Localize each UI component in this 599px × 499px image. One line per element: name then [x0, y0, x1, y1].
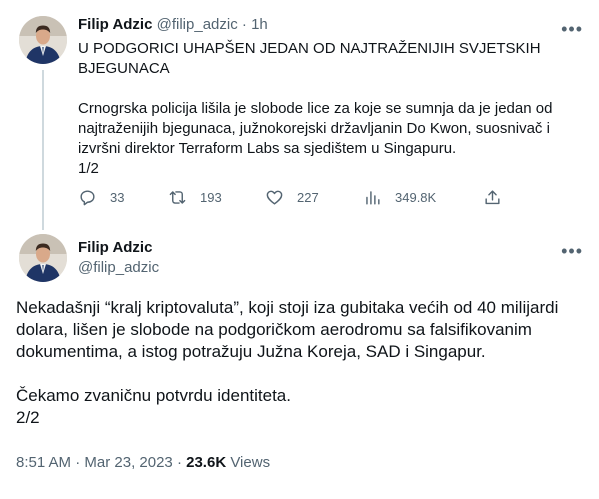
tweet-date[interactable]: Mar 23, 2023	[84, 454, 172, 471]
more-button[interactable]: •••	[561, 242, 583, 260]
tweet-text: U PODGORICI UHAPŠEN JEDAN OD NAJTRAŽENIJ…	[78, 39, 578, 179]
like-count: 227	[297, 190, 319, 205]
like-button[interactable]: 227	[265, 188, 319, 207]
thread-count: 2/2	[16, 408, 40, 427]
author-name[interactable]: Filip Adzic	[78, 16, 152, 33]
tweet-2[interactable]: Filip Adzic @filip_adzic ••• Nekadašnji …	[0, 228, 599, 499]
tweet-time[interactable]: 8:51 AM	[16, 454, 71, 471]
avatar-image	[19, 234, 67, 282]
avatar-image	[19, 16, 67, 64]
reply-count: 33	[110, 190, 125, 205]
more-button[interactable]: •••	[561, 20, 583, 38]
analytics-icon	[366, 191, 380, 205]
timestamp[interactable]: 1h	[251, 16, 268, 33]
separator-dot: ·	[241, 16, 247, 33]
tweet-paragraph-1: Nekadašnji “kralj kriptovaluta”, koji st…	[16, 298, 559, 361]
tweet-paragraph-2: Čekamo zvaničnu potvrdu identiteta.	[16, 386, 291, 405]
tweet-title: U PODGORICI UHAPŠEN JEDAN OD NAJTRAŽENIJ…	[78, 40, 541, 77]
separator-dot: ·	[75, 454, 81, 471]
thread-line	[42, 70, 44, 230]
views-count: 23.6K	[186, 454, 227, 471]
tweet-body: Crnogrska policija lišila je slobode lic…	[78, 100, 553, 157]
heart-icon	[266, 190, 283, 205]
tweet-actions: 33 193 227 349.8K	[78, 188, 518, 212]
avatar[interactable]	[19, 234, 67, 282]
reply-button[interactable]: 33	[78, 188, 124, 207]
avatar[interactable]	[19, 16, 67, 64]
retweet-button[interactable]: 193	[168, 188, 222, 207]
tweet-header: Filip Adzic @filip_adzic · 1h	[78, 16, 268, 33]
reply-icon	[80, 190, 95, 206]
view-count: 349.8K	[395, 190, 437, 205]
separator-dot: ·	[176, 454, 182, 471]
tweet-meta: 8:51 AM · Mar 23, 2023 · 23.6K Views	[16, 454, 270, 471]
author-name[interactable]: Filip Adzic	[78, 239, 152, 256]
retweet-icon	[169, 191, 186, 204]
author-handle[interactable]: @filip_adzic	[157, 16, 238, 33]
tweet-1[interactable]: Filip Adzic @filip_adzic · 1h ••• U PODG…	[0, 0, 599, 230]
author-handle[interactable]: @filip_adzic	[78, 259, 159, 276]
thread-count: 1/2	[78, 160, 99, 177]
share-button[interactable]	[483, 188, 515, 207]
more-horizontal-icon: •••	[561, 241, 583, 261]
share-icon	[485, 190, 500, 205]
tweet-text: Nekadašnji “kralj kriptovaluta”, koji st…	[16, 297, 586, 429]
more-horizontal-icon: •••	[561, 19, 583, 39]
views-button[interactable]: 349.8K	[363, 188, 436, 207]
views-label: Views	[230, 454, 271, 471]
retweet-count: 193	[200, 190, 222, 205]
